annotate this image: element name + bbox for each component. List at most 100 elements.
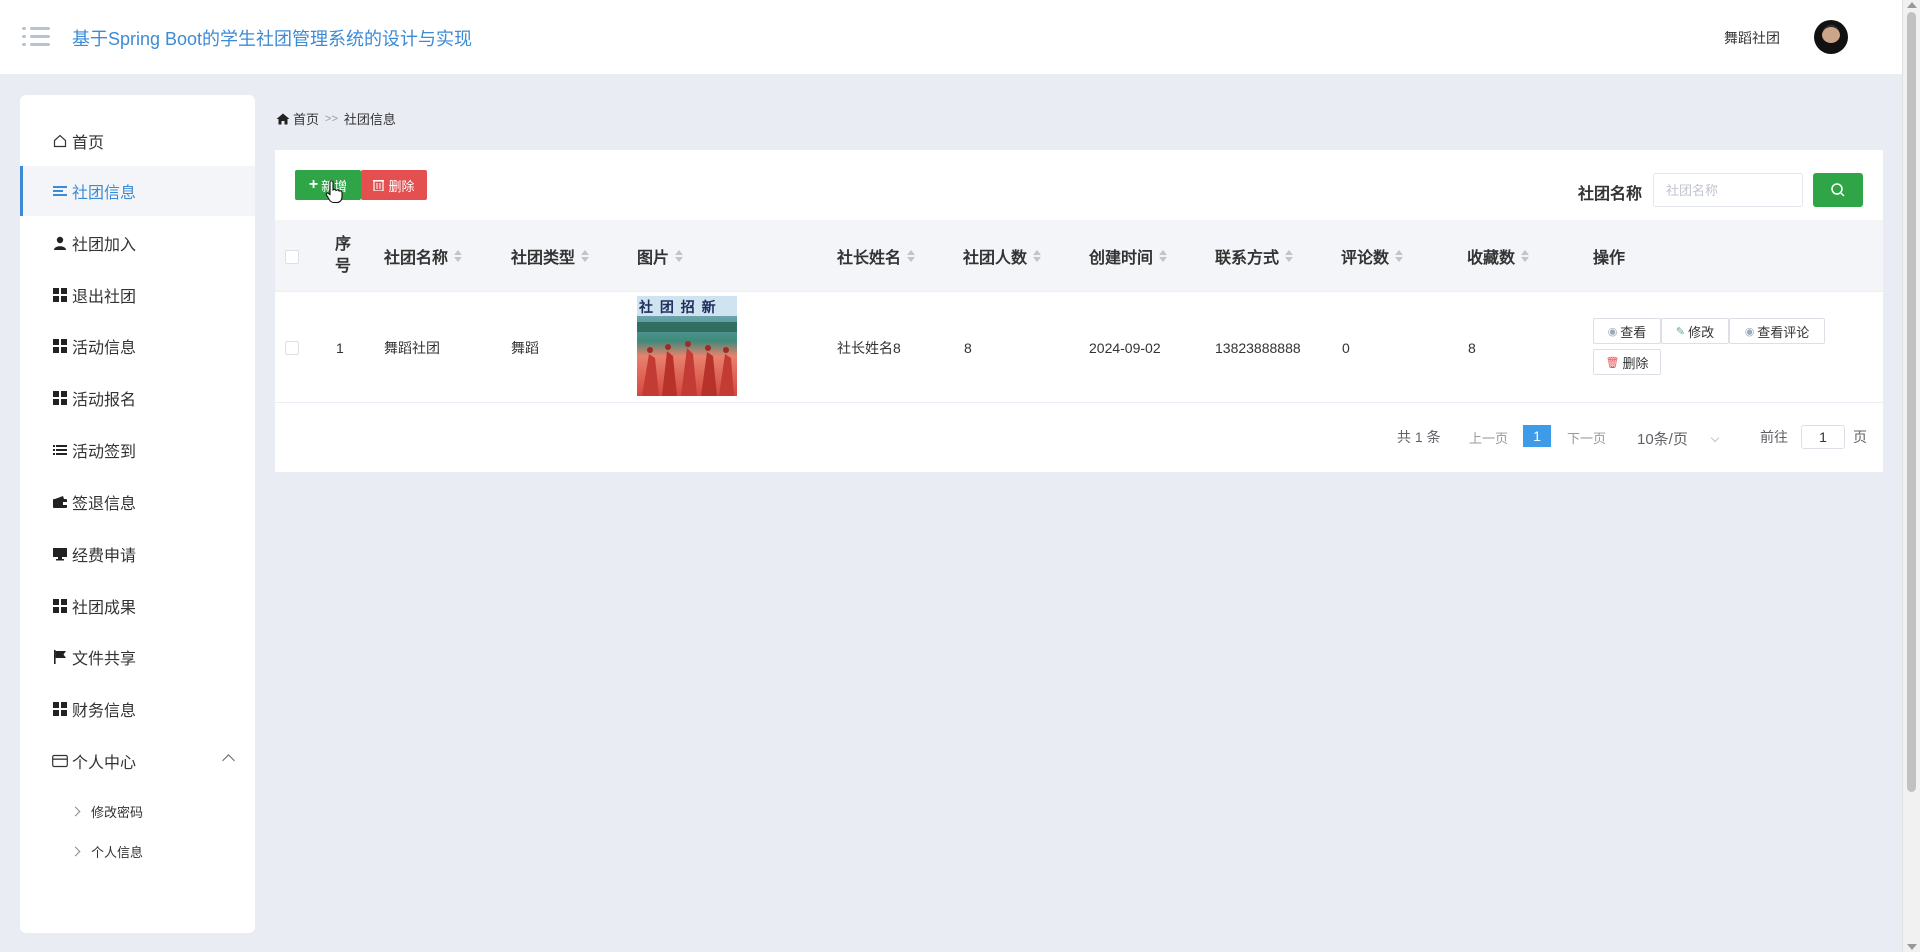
sort-icon[interactable] [1159, 250, 1168, 262]
sort-icon[interactable] [907, 250, 916, 262]
select-all-checkbox[interactable] [285, 250, 299, 264]
cell-index: 1 [336, 340, 344, 356]
list-icon [52, 183, 68, 199]
grid-icon [52, 390, 68, 406]
row-checkbox[interactable] [285, 341, 299, 355]
search-label: 社团名称 [1578, 186, 1643, 203]
col-index: 序号 [335, 236, 352, 275]
col-comments[interactable]: 评论数 [1341, 220, 1404, 292]
col-actions: 操作 [1593, 250, 1626, 267]
sidebar-item-quit-club[interactable]: 退出社团 [20, 270, 255, 320]
goto-prefix: 前往 [1760, 429, 1788, 445]
sidebar: 首页 社团信息 社团加入 退出社团 活动信息 活动报名 活动签到 签退信息 经费… [20, 95, 255, 933]
view-comments-button-label: 查看评论 [1757, 324, 1810, 340]
sidebar-item-personal-center[interactable]: 个人中心 [20, 736, 255, 786]
sidebar-item-club-achievement[interactable]: 社团成果 [20, 581, 255, 631]
club-image-thumbnail[interactable]: 社 团 招 新 [637, 296, 737, 396]
col-favorites[interactable]: 收藏数 [1467, 220, 1530, 292]
plus-icon: + [308, 176, 319, 193]
view-button[interactable]: ◉ 查看 [1593, 318, 1661, 344]
sidebar-item-activity-checkin[interactable]: 活动签到 [20, 425, 255, 475]
col-contact-label: 联系方式 [1215, 250, 1280, 267]
sidebar-item-checkout-info[interactable]: 签退信息 [20, 477, 255, 527]
breadcrumb-current: 社团信息 [343, 112, 396, 127]
cell-name: 舞蹈社团 [384, 340, 440, 356]
scrollbar-thumb[interactable] [1907, 12, 1916, 792]
table-row: 1 舞蹈社团 舞蹈 社 团 招 新 社长姓名8 8 2024-09-02 138… [275, 293, 1883, 403]
col-name[interactable]: 社团名称 [384, 220, 463, 292]
cell-contact: 13823888888 [1215, 340, 1301, 356]
col-members[interactable]: 社团人数 [963, 220, 1042, 292]
sort-icon[interactable] [454, 250, 463, 262]
sort-icon[interactable] [675, 250, 684, 262]
sidebar-item-label: 社团信息 [72, 185, 137, 202]
sort-icon[interactable] [1285, 250, 1294, 262]
grid-icon [52, 338, 68, 354]
sidebar-item-join-club[interactable]: 社团加入 [20, 218, 255, 268]
home-icon [276, 113, 290, 125]
page-size-value: 10条/页 [1637, 431, 1688, 448]
sidebar-item-club-info[interactable]: 社团信息 [20, 166, 255, 216]
monitor-icon [52, 546, 68, 562]
sidebar-subitem-change-password[interactable]: 修改密码 [20, 793, 255, 829]
cell-created: 2024-09-02 [1089, 340, 1161, 356]
sort-icon[interactable] [1395, 250, 1404, 262]
sidebar-subitem-personal-info[interactable]: 个人信息 [20, 833, 255, 869]
sort-icon[interactable] [1521, 250, 1530, 262]
goto-page-input[interactable] [1801, 425, 1845, 449]
sidebar-item-label: 经费申请 [72, 548, 137, 565]
sidebar-item-label: 社团加入 [72, 237, 137, 254]
grid-icon [52, 598, 68, 614]
sidebar-item-label: 社团成果 [72, 600, 137, 617]
sidebar-item-activity-signup[interactable]: 活动报名 [20, 373, 255, 423]
col-favorites-label: 收藏数 [1467, 250, 1516, 267]
cell-type: 舞蹈 [511, 340, 539, 356]
card-icon [52, 753, 68, 769]
col-contact[interactable]: 联系方式 [1215, 220, 1294, 292]
col-image-label: 图片 [637, 250, 670, 267]
breadcrumb-separator: >> [325, 112, 338, 125]
search-button[interactable] [1813, 173, 1863, 207]
batch-delete-button[interactable]: 删除 [361, 170, 427, 200]
avatar[interactable] [1814, 20, 1848, 54]
sidebar-item-label: 财务信息 [72, 703, 137, 720]
edit-icon: ✎ [1675, 325, 1686, 338]
col-leader-label: 社长姓名 [837, 250, 902, 267]
trash-icon [373, 179, 385, 191]
flag-icon [52, 649, 68, 665]
sidebar-item-home[interactable]: 首页 [20, 116, 255, 166]
edit-button-label: 修改 [1688, 324, 1715, 340]
page-number-1[interactable]: 1 [1523, 425, 1551, 447]
edit-button[interactable]: ✎ 修改 [1661, 318, 1729, 344]
col-leader[interactable]: 社长姓名 [837, 220, 916, 292]
scroll-down-icon[interactable] [1907, 944, 1917, 950]
col-created[interactable]: 创建时间 [1089, 220, 1168, 292]
page-size-select[interactable]: 10条/页 [1637, 428, 1720, 449]
sort-icon[interactable] [581, 250, 590, 262]
col-image[interactable]: 图片 [637, 220, 684, 292]
breadcrumb-home[interactable]: 首页 [293, 109, 319, 128]
sort-icon[interactable] [1033, 250, 1042, 262]
row-delete-button[interactable]: 🗑 删除 [1593, 349, 1661, 375]
sidebar-item-file-share[interactable]: 文件共享 [20, 632, 255, 682]
next-page-button[interactable]: 下一页 [1567, 425, 1606, 449]
sidebar-subitem-label: 个人信息 [91, 844, 144, 860]
user-icon [52, 235, 68, 251]
home-icon [52, 133, 68, 149]
col-type[interactable]: 社团类型 [511, 220, 590, 292]
view-comments-button[interactable]: ◉ 查看评论 [1729, 318, 1825, 344]
row-delete-button-label: 删除 [1622, 355, 1649, 371]
prev-page-button[interactable]: 上一页 [1469, 425, 1508, 449]
search-input[interactable] [1653, 173, 1803, 207]
scroll-up-icon[interactable] [1907, 2, 1917, 8]
page-scrollbar[interactable] [1902, 0, 1920, 952]
sidebar-item-finance-info[interactable]: 财务信息 [20, 684, 255, 734]
user-name[interactable]: 舞蹈社团 [1724, 28, 1780, 48]
sidebar-item-label: 活动报名 [72, 392, 137, 409]
eye-icon: ◉ [1607, 325, 1618, 338]
menu-toggle-icon[interactable] [22, 26, 50, 48]
top-header: 基于Spring Boot的学生社团管理系统的设计与实现 舞蹈社团 [0, 0, 1902, 74]
sidebar-item-activity-info[interactable]: 活动信息 [20, 321, 255, 371]
chevron-down-icon [1710, 433, 1720, 443]
sidebar-item-fund-apply[interactable]: 经费申请 [20, 529, 255, 579]
